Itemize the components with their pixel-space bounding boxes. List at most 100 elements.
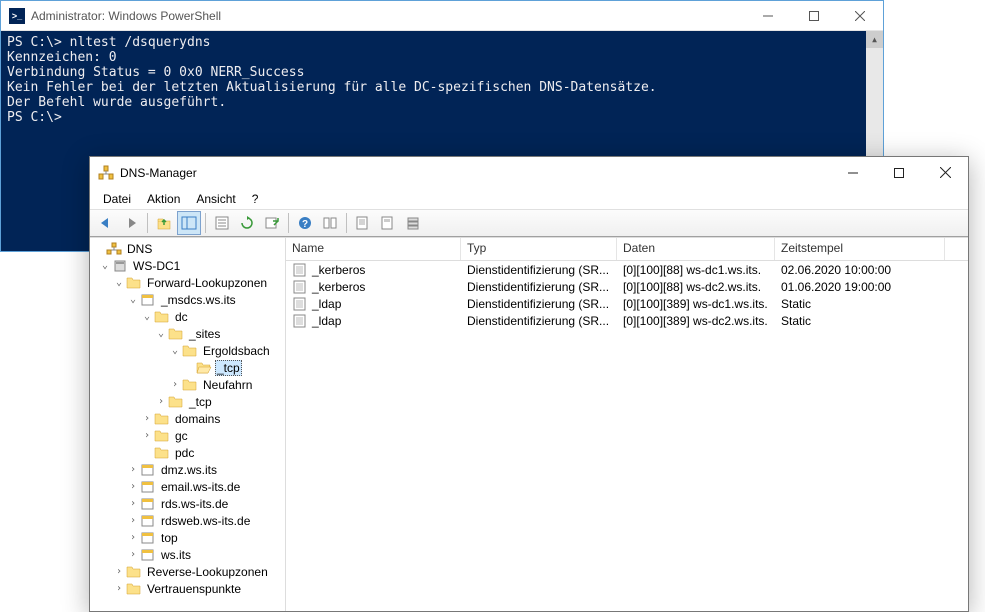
record-icon [292,280,308,294]
tree-server[interactable]: ⌄WS-DC1 [90,257,285,274]
chevron-down-icon[interactable]: ⌄ [126,294,140,305]
chevron-down-icon[interactable]: ⌄ [154,328,168,339]
scroll-up-icon[interactable]: ▲ [866,31,883,48]
filter-button[interactable] [318,211,342,235]
help-button[interactable]: ? [293,211,317,235]
chevron-right-icon[interactable]: › [140,413,154,424]
list-row[interactable]: _kerberosDienstidentifizierung (SR...[0]… [286,278,968,295]
folder-icon [126,582,142,596]
tree-trust-points[interactable]: ›Vertrauenspunkte [90,580,285,597]
tree-sites[interactable]: ⌄_sites [90,325,285,342]
chevron-right-icon[interactable]: › [126,481,140,492]
chevron-right-icon[interactable]: › [126,515,140,526]
zone-icon [140,463,156,477]
tree-msdcs[interactable]: ⌄_msdcs.ws.its [90,291,285,308]
menu-bar: Datei Aktion Ansicht ? [90,188,968,209]
chevron-right-icon[interactable]: › [126,498,140,509]
menu-help[interactable]: ? [245,190,266,208]
show-tree-button[interactable] [177,211,201,235]
tree-view[interactable]: DNS ⌄WS-DC1 ⌄Forward-Lookupzonen ⌄_msdcs… [90,238,286,611]
back-button[interactable] [94,211,118,235]
properties-button[interactable] [210,211,234,235]
header-name[interactable]: Name [286,238,461,260]
record-daten: [0][100][389] ws-dc1.ws.its. [617,297,775,311]
chevron-right-icon[interactable]: › [112,583,126,594]
tree-tcp2[interactable]: ›_tcp [90,393,285,410]
server-button[interactable] [401,211,425,235]
tree-root-dns[interactable]: DNS [90,240,285,257]
new-record-button[interactable] [351,211,375,235]
header-typ[interactable]: Typ [461,238,617,260]
chevron-right-icon[interactable]: › [126,464,140,475]
tree-neufahrn[interactable]: ›Neufahrn [90,376,285,393]
record-daten: [0][100][88] ws-dc1.ws.its. [617,263,775,277]
close-button[interactable] [922,158,968,188]
folder-open-icon [196,361,212,375]
powershell-titlebar[interactable]: >_ Administrator: Windows PowerShell [1,1,883,31]
server-icon [112,259,128,273]
tree-ergoldsbach[interactable]: ⌄Ergoldsbach [90,342,285,359]
zone-icon [140,514,156,528]
up-button[interactable] [152,211,176,235]
list-row[interactable]: _kerberosDienstidentifizierung (SR...[0]… [286,261,968,278]
tree-top[interactable]: ›top [90,529,285,546]
folder-icon [154,446,170,460]
chevron-down-icon[interactable]: ⌄ [112,277,126,288]
folder-icon [168,395,184,409]
tree-dmz[interactable]: ›dmz.ws.its [90,461,285,478]
dns-titlebar[interactable]: DNS-Manager [90,157,968,188]
header-zeitstempel[interactable]: Zeitstempel [775,238,945,260]
list-row[interactable]: _ldapDienstidentifizierung (SR...[0][100… [286,295,968,312]
chevron-right-icon[interactable]: › [154,396,168,407]
maximize-button[interactable] [876,158,922,188]
close-button[interactable] [837,1,883,31]
folder-icon [182,378,198,392]
forward-button[interactable] [119,211,143,235]
chevron-right-icon[interactable]: › [126,532,140,543]
folder-open-icon [182,344,198,358]
export-button[interactable] [260,211,284,235]
maximize-button[interactable] [791,1,837,31]
folder-open-icon [154,310,170,324]
menu-aktion[interactable]: Aktion [140,190,187,208]
chevron-down-icon[interactable]: ⌄ [140,311,154,322]
new-zone-button[interactable] [376,211,400,235]
minimize-button[interactable] [830,158,876,188]
tree-gc[interactable]: ›gc [90,427,285,444]
record-typ: Dienstidentifizierung (SR... [461,280,617,294]
zone-icon [140,548,156,562]
record-typ: Dienstidentifizierung (SR... [461,297,617,311]
record-name: _ldap [312,314,341,328]
tree-reverse-zones[interactable]: ›Reverse-Lookupzonen [90,563,285,580]
dns-manager-window: DNS-Manager Datei Aktion Ansicht ? ? DNS [89,156,969,612]
record-icon [292,263,308,277]
tree-rdsweb[interactable]: ›rdsweb.ws-its.de [90,512,285,529]
tree-rds[interactable]: ›rds.ws-its.de [90,495,285,512]
chevron-down-icon[interactable]: ⌄ [168,345,182,356]
record-zeit: Static [775,297,945,311]
tree-email[interactable]: ›email.ws-its.de [90,478,285,495]
list-header: Name Typ Daten Zeitstempel [286,238,968,261]
menu-ansicht[interactable]: Ansicht [189,190,242,208]
tree-pdc[interactable]: pdc [90,444,285,461]
tree-forward-zones[interactable]: ⌄Forward-Lookupzonen [90,274,285,291]
tree-tcp-selected[interactable]: _tcp [90,359,285,376]
menu-datei[interactable]: Datei [96,190,138,208]
refresh-button[interactable] [235,211,259,235]
chevron-right-icon[interactable]: › [140,430,154,441]
tree-domains[interactable]: ›domains [90,410,285,427]
tree-dc[interactable]: ⌄dc [90,308,285,325]
list-row[interactable]: _ldapDienstidentifizierung (SR...[0][100… [286,312,968,329]
record-typ: Dienstidentifizierung (SR... [461,314,617,328]
zone-icon [140,497,156,511]
record-zeit: 02.06.2020 10:00:00 [775,263,945,277]
chevron-right-icon[interactable]: › [168,379,182,390]
header-daten[interactable]: Daten [617,238,775,260]
tree-wsits[interactable]: ›ws.its [90,546,285,563]
chevron-right-icon[interactable]: › [126,549,140,560]
chevron-down-icon[interactable]: ⌄ [98,260,112,271]
chevron-right-icon[interactable]: › [112,566,126,577]
record-icon [292,314,308,328]
minimize-button[interactable] [745,1,791,31]
zone-icon [140,480,156,494]
